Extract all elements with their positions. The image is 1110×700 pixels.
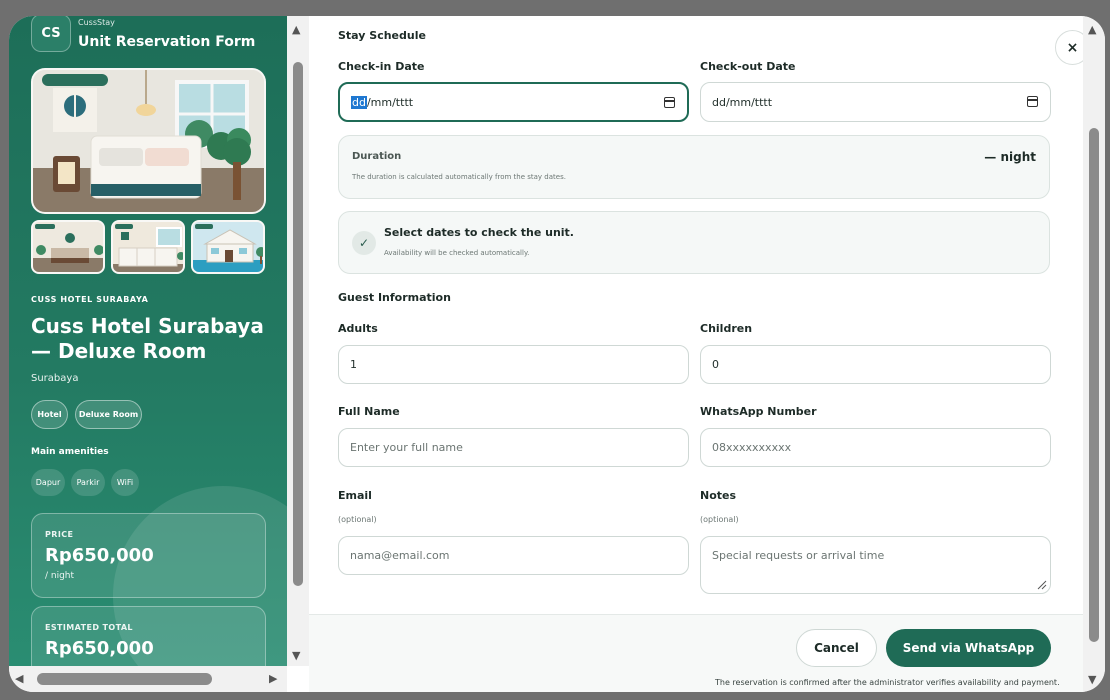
hotel-eyebrow: CUSS HOTEL SURABAYA bbox=[31, 295, 149, 304]
children-input[interactable]: 0 bbox=[700, 345, 1051, 384]
fullname-label: Full Name bbox=[338, 405, 400, 418]
kitchen-illustration bbox=[113, 222, 183, 272]
unit-thumbnail-3[interactable] bbox=[191, 220, 265, 274]
duration-hint: The duration is calculated automatically… bbox=[352, 173, 566, 181]
scroll-down-icon[interactable]: ▼ bbox=[1088, 674, 1096, 685]
amenity-chip: Dapur bbox=[31, 469, 65, 496]
availability-box: ✓ Select dates to check the unit. Availa… bbox=[338, 211, 1050, 274]
estimated-total-card: ESTIMATED TOTAL Rp650,000 bbox=[31, 606, 266, 666]
unit-main-image[interactable] bbox=[31, 68, 266, 214]
left-panel-scrollbar[interactable]: ▲ ▼ bbox=[287, 16, 309, 666]
tag-chip: Deluxe Room bbox=[75, 400, 142, 429]
resize-handle-icon[interactable] bbox=[1037, 580, 1047, 590]
email-optional-hint: (optional) bbox=[338, 515, 377, 524]
adults-input[interactable]: 1 bbox=[338, 345, 689, 384]
price-unit: / night bbox=[45, 571, 75, 581]
notes-optional-hint: (optional) bbox=[700, 515, 739, 524]
check-icon: ✓ bbox=[352, 231, 376, 255]
scroll-right-icon[interactable]: ▶ bbox=[269, 673, 277, 684]
scrollbar-thumb[interactable] bbox=[293, 62, 303, 586]
hotel-name: Cuss Hotel Surabaya — Deluxe Room bbox=[31, 314, 264, 363]
email-input[interactable]: nama@email.com bbox=[338, 536, 689, 575]
checkout-date-value[interactable]: dd/mm/tttt bbox=[712, 96, 772, 109]
scroll-up-icon[interactable]: ▲ bbox=[1088, 24, 1096, 35]
email-label: Email bbox=[338, 489, 372, 502]
duration-box: Duration — night The duration is calcula… bbox=[338, 135, 1050, 199]
amenity-chip: Parkir bbox=[71, 469, 105, 496]
notes-textarea[interactable]: Special requests or arrival time bbox=[700, 536, 1051, 594]
checkin-label: Check-in Date bbox=[338, 60, 425, 73]
whatsapp-label: WhatsApp Number bbox=[700, 405, 817, 418]
duration-value: — night bbox=[984, 150, 1036, 164]
whatsapp-placeholder[interactable]: 08xxxxxxxxxx bbox=[712, 441, 791, 454]
calendar-icon[interactable] bbox=[664, 97, 675, 108]
pool-villa-illustration bbox=[193, 222, 263, 272]
bedroom-illustration bbox=[33, 70, 264, 212]
stay-schedule-heading: Stay Schedule bbox=[338, 29, 426, 42]
unit-thumbnail-1[interactable] bbox=[31, 220, 105, 274]
total-value: Rp650,000 bbox=[45, 638, 154, 659]
unit-thumbnail-2[interactable] bbox=[111, 220, 185, 274]
confirmation-note: The reservation is confirmed after the a… bbox=[715, 678, 1060, 687]
scrollbar-thumb[interactable] bbox=[37, 673, 212, 685]
whatsapp-input[interactable]: 08xxxxxxxxxx bbox=[700, 428, 1051, 467]
price-card: PRICE Rp650,000 / night bbox=[31, 513, 266, 598]
availability-title: Select dates to check the unit. bbox=[384, 226, 574, 239]
availability-hint: Availability will be checked automatical… bbox=[384, 249, 530, 257]
send-whatsapp-button[interactable]: Send via WhatsApp bbox=[886, 629, 1051, 667]
notes-label: Notes bbox=[700, 489, 737, 502]
form-title: Unit Reservation Form bbox=[78, 34, 256, 50]
price-value: Rp650,000 bbox=[45, 545, 154, 566]
amenity-chip: WiFi bbox=[111, 469, 139, 496]
checkin-rest-segment[interactable]: /mm/tttt bbox=[367, 96, 413, 109]
children-label: Children bbox=[700, 322, 753, 335]
brand-name: CussStay bbox=[78, 18, 115, 27]
children-value[interactable]: 0 bbox=[712, 358, 719, 371]
checkout-date-input[interactable]: dd/mm/tttt bbox=[700, 82, 1051, 122]
brand-logo: CS bbox=[31, 16, 71, 52]
amenities-title: Main amenities bbox=[31, 447, 109, 457]
scrollbar-thumb[interactable] bbox=[1089, 128, 1099, 642]
guest-info-heading: Guest Information bbox=[338, 291, 451, 304]
email-placeholder[interactable]: nama@email.com bbox=[350, 549, 450, 562]
scroll-up-icon[interactable]: ▲ bbox=[292, 24, 300, 35]
calendar-icon[interactable] bbox=[1027, 96, 1038, 107]
left-panel-horizontal-scrollbar[interactable]: ◀ ▶ bbox=[9, 666, 287, 692]
reservation-modal: CS CussStay Unit Reservation Form CUSS H… bbox=[9, 16, 1105, 692]
form-scrollbar[interactable]: ▲ ▼ bbox=[1083, 16, 1105, 692]
unit-summary-panel: CS CussStay Unit Reservation Form CUSS H… bbox=[9, 16, 287, 666]
checkin-day-segment[interactable]: dd bbox=[351, 95, 367, 109]
lobby-illustration bbox=[33, 222, 103, 272]
duration-label: Duration bbox=[352, 151, 402, 162]
adults-value[interactable]: 1 bbox=[350, 358, 357, 371]
scroll-left-icon[interactable]: ◀ bbox=[15, 673, 23, 684]
notes-placeholder[interactable]: Special requests or arrival time bbox=[712, 549, 884, 562]
tag-chip: Hotel bbox=[31, 400, 68, 429]
fullname-placeholder[interactable]: Enter your full name bbox=[350, 441, 463, 454]
scroll-down-icon[interactable]: ▼ bbox=[292, 650, 300, 661]
reservation-form: Stay Schedule Check-in Date dd/mm/tttt C… bbox=[309, 16, 1090, 692]
hotel-city: Surabaya bbox=[31, 373, 79, 384]
price-label: PRICE bbox=[45, 530, 74, 539]
adults-label: Adults bbox=[338, 322, 378, 335]
total-label: ESTIMATED TOTAL bbox=[45, 623, 133, 632]
form-footer: Cancel Send via WhatsApp The reservation… bbox=[309, 614, 1083, 692]
cancel-button[interactable]: Cancel bbox=[796, 629, 877, 667]
checkin-date-input[interactable]: dd/mm/tttt bbox=[338, 82, 689, 122]
fullname-input[interactable]: Enter your full name bbox=[338, 428, 689, 467]
checkout-label: Check-out Date bbox=[700, 60, 796, 73]
